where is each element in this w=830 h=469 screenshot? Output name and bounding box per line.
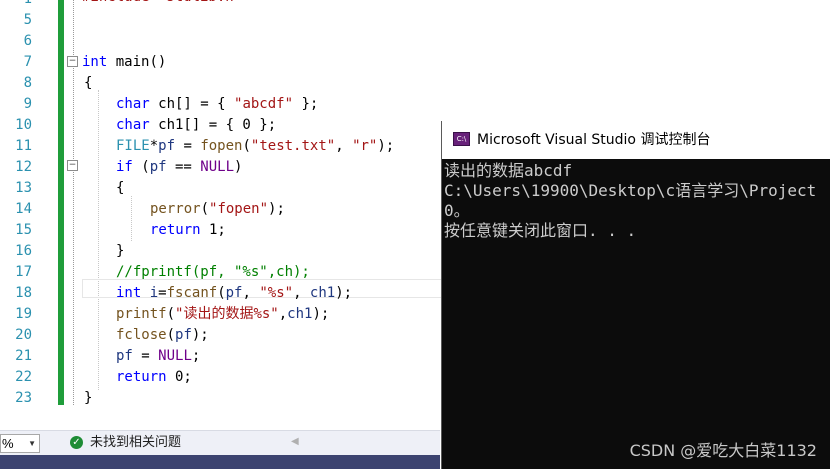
indent-guide [131,196,132,241]
line-number: 1 [0,0,32,10]
code-line: char ch1[] = { 0 }; [116,117,277,133]
code-line: int i=fscanf(pf, "%s", ch1); [116,285,353,301]
console-output-line: 0。 [444,201,470,220]
line-number: 17 [15,264,32,280]
code-line: pf = NULL; [116,348,201,364]
zoom-dropdown[interactable]: % ▼ [0,434,40,453]
line-number: 22 [15,369,32,385]
zoom-value: % [2,436,14,451]
code-line: FILE*pf = fopen("test.txt", "r"); [116,138,395,154]
indent-guide [98,90,99,390]
line-number: 8 [23,75,32,91]
code-line: { [116,180,125,196]
console-output-line: 按任意键关闭此窗口. . . [444,221,637,240]
line-number: 9 [23,96,32,112]
code-line: { [84,75,93,91]
line-number: 7 [23,54,32,70]
minus-box-icon[interactable]: − [67,160,78,171]
line-number-gutter: 1 5 6 7 8 9 10 11 12 13 14 15 16 17 18 1… [0,0,58,430]
code-line: #include <stdlib.h> [82,0,242,8]
editor-status-bar: % ▼ ✓ 未找到相关问题 ◀ [0,430,440,456]
line-number: 5 [23,12,32,28]
code-line: } [84,390,93,406]
code-line: fclose(pf); [116,327,209,343]
console-title: Microsoft Visual Studio 调试控制台 [477,132,711,148]
line-number: 15 [15,222,32,238]
console-output-line: 读出的数据abcdf [444,161,573,180]
line-number: 18 [15,285,32,301]
debug-console-window[interactable]: C:\ Microsoft Visual Studio 调试控制台 读出的数据a… [441,121,830,469]
code-line: char ch[] = { "abcdf" }; [116,96,319,112]
line-number: 21 [15,348,32,364]
code-line: //fprintf(pf, "%s",ch); [116,264,310,280]
code-line: } [116,243,125,259]
line-number: 11 [15,138,32,154]
chevron-down-icon: ▼ [28,439,36,448]
line-number: 23 [15,390,32,406]
line-number: 12 [15,159,32,175]
console-titlebar[interactable]: C:\ Microsoft Visual Studio 调试控制台 [442,121,830,159]
line-number: 10 [15,117,32,133]
line-number: 19 [15,306,32,322]
issues-status-text[interactable]: 未找到相关问题 [90,434,181,452]
code-line: if (pf == NULL) [116,159,243,175]
line-number: 13 [15,180,32,196]
console-output-line: C:\Users\19900\Desktop\c语言学习\Project [444,181,817,200]
line-number: 20 [15,327,32,343]
code-line: return 0; [116,369,192,385]
code-line: int main() [82,54,167,70]
console-output-area[interactable]: 读出的数据abcdf C:\Users\19900\Desktop\c语言学习\… [442,159,830,469]
code-line: printf("读出的数据%s",ch1); [116,306,330,322]
vs-console-icon: C:\ [453,132,470,146]
taskbar-strip [0,455,440,469]
check-circle-icon: ✓ [70,436,83,449]
line-number: 14 [15,201,32,217]
line-number: 6 [23,33,32,49]
csdn-watermark: CSDN @爱吃大白菜1132 [629,441,817,460]
code-line: return 1; [150,222,226,238]
line-number: 16 [15,243,32,259]
change-tracking-bar [58,0,64,405]
minus-box-icon[interactable]: − [67,56,78,67]
code-line: perror("fopen"); [150,201,285,217]
scroll-left-icon[interactable]: ◀ [291,436,299,447]
